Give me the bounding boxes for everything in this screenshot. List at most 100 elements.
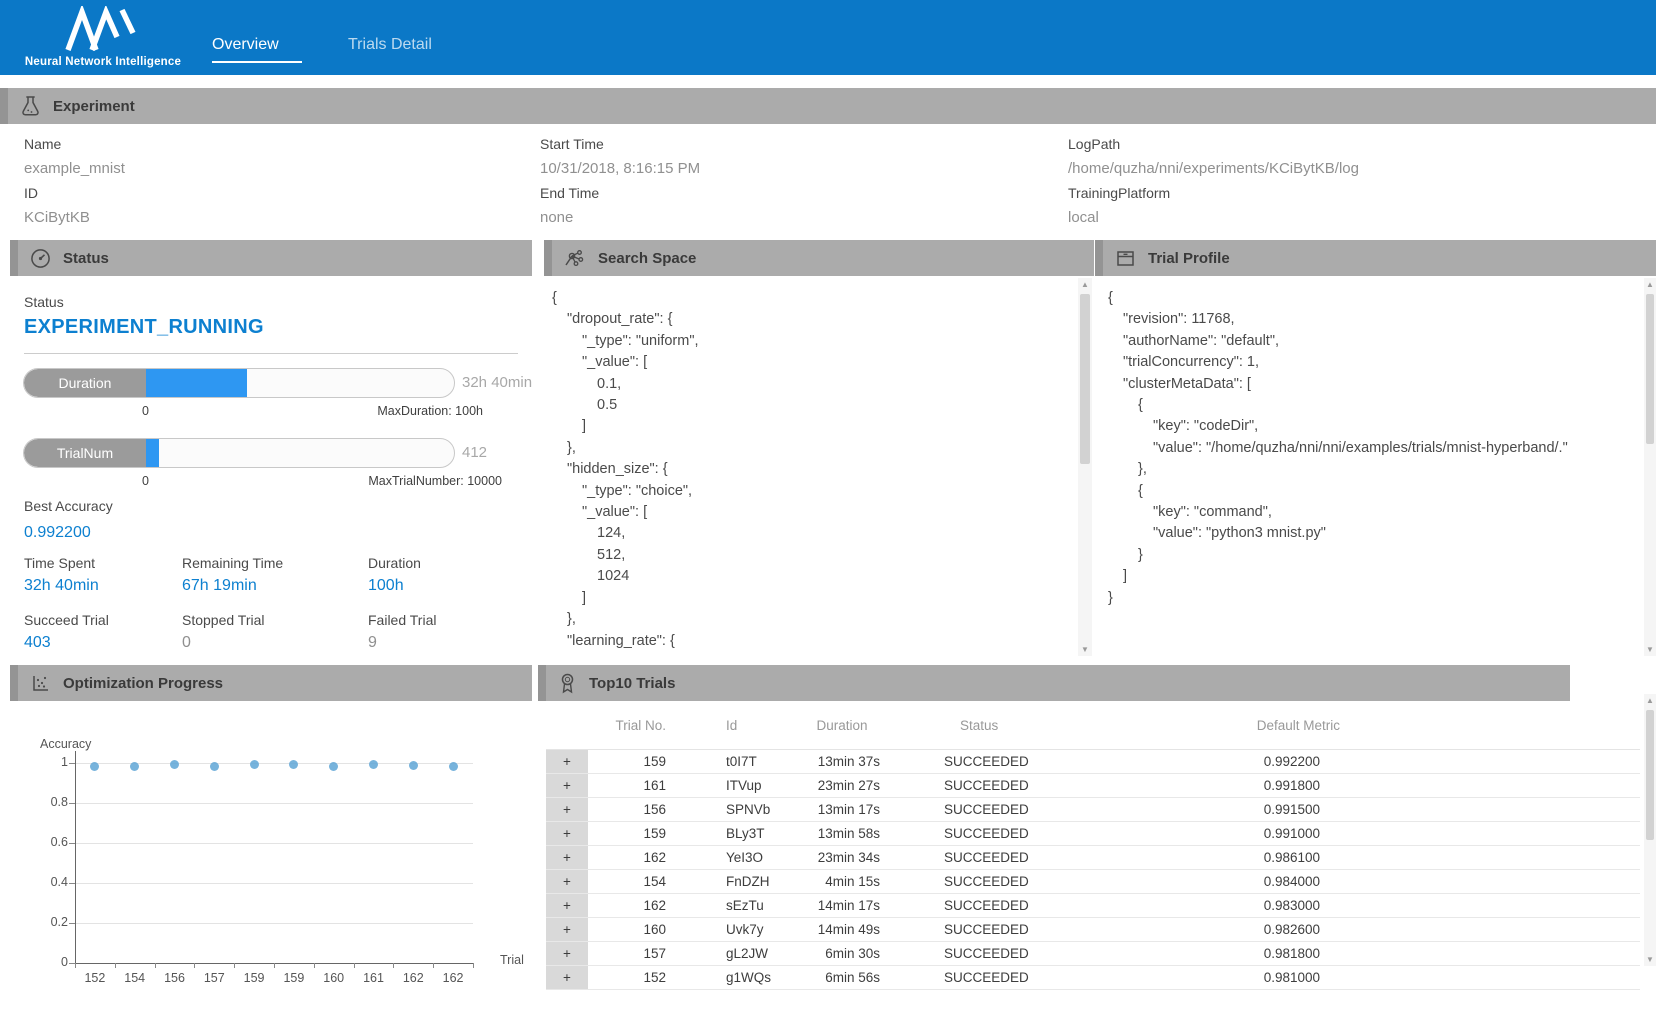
table-row: +161ITVup23min 27sSUCCEEDED0.991800 bbox=[546, 773, 1640, 797]
y-axis-title: Accuracy bbox=[40, 737, 91, 751]
stat-value: 9 bbox=[368, 634, 528, 652]
trialnum-bar-max: MaxTrialNumber: 10000 bbox=[252, 474, 502, 488]
json-line: ] bbox=[1108, 566, 1640, 587]
experiment-field-value: none bbox=[540, 206, 700, 231]
json-line: "trialConcurrency": 1, bbox=[1108, 352, 1640, 373]
duration-cell: 23min 34s bbox=[800, 845, 884, 869]
search-space-json: {"dropout_rate": {"_type": "uniform","_v… bbox=[544, 288, 1072, 660]
stat-value: 403 bbox=[24, 634, 184, 652]
scroll-down-icon[interactable]: ▼ bbox=[1644, 645, 1656, 654]
chart-gridline bbox=[76, 923, 473, 924]
scroll-down-icon[interactable]: ▼ bbox=[1644, 955, 1656, 964]
expander-column-header bbox=[546, 703, 588, 749]
json-line: "clusterMetaData": [ bbox=[1108, 374, 1640, 395]
tab-trials-detail[interactable]: Trials Detail bbox=[348, 36, 432, 54]
scroll-up-icon[interactable]: ▲ bbox=[1644, 696, 1656, 705]
status-cell: SUCCEEDED bbox=[884, 773, 1104, 797]
status-cell: SUCCEEDED bbox=[884, 869, 1104, 893]
tab-overview[interactable]: Overview bbox=[212, 36, 279, 54]
default-metric-cell: 0.981000 bbox=[1104, 965, 1640, 989]
json-line: "_type": "uniform", bbox=[552, 331, 1072, 352]
trial-profile-scrollbar[interactable]: ▲ ▼ bbox=[1644, 278, 1656, 656]
best-accuracy-label: Best Accuracy bbox=[24, 498, 113, 514]
json-line: } bbox=[1108, 588, 1640, 609]
expand-row-button[interactable]: + bbox=[546, 941, 588, 965]
expand-row-button[interactable]: + bbox=[546, 821, 588, 845]
table-header-row: Trial No. Id Duration Status Default Met… bbox=[546, 703, 1640, 749]
scatter-point bbox=[289, 760, 298, 769]
experiment-field-label: End Time bbox=[540, 181, 700, 206]
logo-title: Neural Network Intelligence bbox=[20, 56, 186, 68]
search-space-scrollbar[interactable]: ▲ ▼ bbox=[1078, 278, 1092, 656]
trial-no-cell: 156 bbox=[588, 797, 672, 821]
expand-row-button[interactable]: + bbox=[546, 773, 588, 797]
scroll-down-icon[interactable]: ▼ bbox=[1078, 645, 1092, 654]
status-cell: SUCCEEDED bbox=[884, 917, 1104, 941]
expand-row-button[interactable]: + bbox=[546, 965, 588, 989]
status-section-header: Status bbox=[10, 240, 532, 276]
expand-row-button[interactable]: + bbox=[546, 893, 588, 917]
search-space-section-header: Search Space bbox=[544, 240, 1094, 276]
trialnum-progress-bar: TrialNum bbox=[23, 438, 455, 468]
json-line: "_value": [ bbox=[552, 352, 1072, 373]
x-axis-title: Trial bbox=[500, 953, 524, 967]
table-row: +152g1WQs6min 56sSUCCEEDED0.981000 bbox=[546, 965, 1640, 989]
experiment-column-3: LogPath/home/quzha/nni/experiments/KCiBy… bbox=[1068, 132, 1359, 230]
x-tick bbox=[314, 963, 315, 968]
duration-cell: 13min 17s bbox=[800, 797, 884, 821]
top10-section-title: Top10 Trials bbox=[589, 675, 675, 692]
trial-id-cell: YeI3O bbox=[672, 845, 800, 869]
default-metric-cell: 0.981800 bbox=[1104, 941, 1640, 965]
x-tick-label: 160 bbox=[313, 971, 355, 985]
stat-value: 0 bbox=[182, 634, 342, 652]
y-tick-label: 0.8 bbox=[38, 795, 68, 809]
json-line: "authorName": "default", bbox=[1108, 331, 1640, 352]
trial-id-cell: gL2JW bbox=[672, 941, 800, 965]
trial-profile-json: {"revision": 11768,"authorName": "defaul… bbox=[1095, 288, 1640, 660]
json-line: "learning_rate": { bbox=[552, 631, 1072, 652]
scroll-up-icon[interactable]: ▲ bbox=[1078, 280, 1092, 289]
json-line: 512, bbox=[552, 545, 1072, 566]
top10-scrollbar[interactable]: ▲ ▼ bbox=[1644, 694, 1656, 966]
scatter-point bbox=[90, 762, 99, 771]
status-cell: SUCCEEDED bbox=[884, 845, 1104, 869]
scatter-point bbox=[210, 762, 219, 771]
status-field-label: Status bbox=[24, 294, 64, 310]
default-metric-cell: 0.992200 bbox=[1104, 749, 1640, 773]
status-cell: SUCCEEDED bbox=[884, 749, 1104, 773]
default-metric-cell: 0.991000 bbox=[1104, 821, 1640, 845]
experiment-field-label: Start Time bbox=[540, 132, 700, 157]
json-line: "_type": "choice", bbox=[552, 481, 1072, 502]
trial-no-cell: 162 bbox=[588, 845, 672, 869]
json-line: "_value": [ bbox=[552, 502, 1072, 523]
expand-row-button[interactable]: + bbox=[546, 797, 588, 821]
scrollbar-thumb[interactable] bbox=[1646, 710, 1654, 840]
trial-id-cell: FnDZH bbox=[672, 869, 800, 893]
stat-label: Duration bbox=[368, 555, 528, 571]
expand-row-button[interactable]: + bbox=[546, 749, 588, 773]
expand-row-button[interactable]: + bbox=[546, 917, 588, 941]
nni-logo-icon bbox=[62, 6, 146, 52]
experiment-field-label: ID bbox=[24, 181, 125, 206]
status-stat-cell: Stopped Trial0 bbox=[182, 612, 342, 652]
y-axis-line bbox=[75, 751, 76, 964]
stat-label: Time Spent bbox=[24, 555, 184, 571]
x-tick bbox=[354, 963, 355, 968]
default-metric-column-header: Default Metric bbox=[1104, 703, 1640, 749]
best-accuracy-value: 0.992200 bbox=[24, 524, 91, 542]
expand-row-button[interactable]: + bbox=[546, 869, 588, 893]
duration-cell: 23min 27s bbox=[800, 773, 884, 797]
archive-box-icon bbox=[1115, 248, 1136, 269]
x-tick-label: 154 bbox=[114, 971, 156, 985]
duration-bar-label: Duration bbox=[24, 369, 146, 397]
trial-profile-section-header: Trial Profile bbox=[1095, 240, 1656, 276]
json-line: ] bbox=[552, 416, 1072, 437]
scrollbar-thumb[interactable] bbox=[1646, 294, 1654, 444]
table-row: +160Uvk7y14min 49sSUCCEEDED0.982600 bbox=[546, 917, 1640, 941]
scrollbar-thumb[interactable] bbox=[1080, 294, 1090, 464]
optimization-section-header: Optimization Progress bbox=[10, 665, 532, 701]
divider bbox=[24, 353, 518, 354]
x-tick bbox=[155, 963, 156, 968]
expand-row-button[interactable]: + bbox=[546, 845, 588, 869]
scroll-up-icon[interactable]: ▲ bbox=[1644, 280, 1656, 289]
